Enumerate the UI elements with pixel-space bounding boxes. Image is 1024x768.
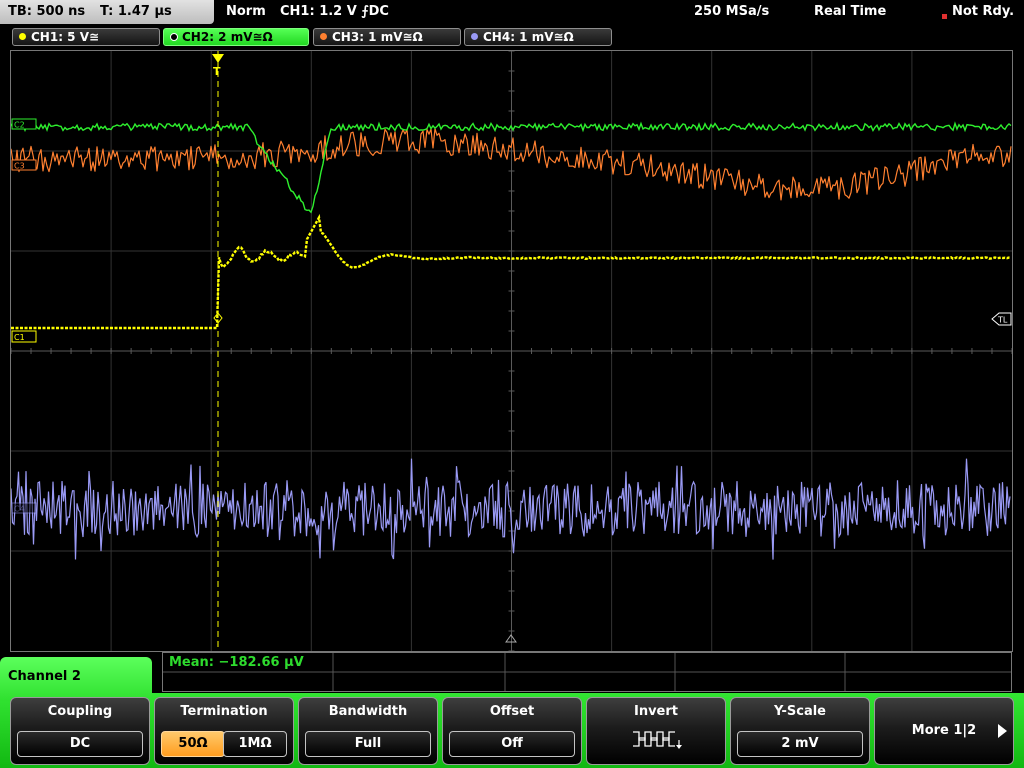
timebase-readout: TB: 500 ns [8, 4, 86, 19]
channel-tab-ch4[interactable]: CH4: 1 mV≅Ω [464, 28, 612, 46]
termination-1mohm-option[interactable]: 1MΩ [223, 731, 287, 757]
bandwidth-value[interactable]: Full [305, 731, 431, 757]
status-bar: TB: 500 ns T: 1.47 µs Norm CH1: 1.2 V ⨍D… [0, 0, 1024, 24]
ch2-offset-marker[interactable]: C2 [11, 118, 37, 130]
svg-text:TL: TL [997, 316, 1008, 325]
yscale-softkey[interactable]: Y-Scale 2 mV [730, 697, 870, 765]
termination-50ohm-option[interactable]: 50Ω [161, 731, 225, 757]
termination-title: Termination [180, 704, 268, 719]
menu-tab-channel[interactable]: Channel 2 [0, 657, 152, 701]
ch3-dot-icon [320, 33, 327, 40]
ch1-label: CH1: 5 V≅ [31, 30, 100, 44]
ch1-offset-marker[interactable]: C1 [11, 330, 37, 343]
offset-title: Offset [489, 704, 535, 719]
not-ready-indicator [942, 14, 947, 19]
offset-value[interactable]: Off [449, 731, 575, 757]
measurement-panel[interactable]: Mean: −182.66 µV [162, 652, 1012, 692]
termination-softkey[interactable]: Termination 50Ω 1MΩ [154, 697, 294, 765]
channel-tab-ch1[interactable]: CH1: 5 V≅ [12, 28, 160, 46]
channel-tab-ch3[interactable]: CH3: 1 mV≅Ω [313, 28, 461, 46]
bandwidth-title: Bandwidth [328, 704, 408, 719]
yscale-value[interactable]: 2 mV [737, 731, 863, 757]
more-softkey[interactable]: More 1|2 [874, 697, 1014, 765]
svg-text:C4: C4 [14, 505, 25, 514]
chevron-right-icon [998, 724, 1007, 738]
timebase-box[interactable]: TB: 500 ns T: 1.47 µs [0, 0, 214, 24]
sample-rate: 250 MSa/s [694, 4, 770, 19]
invert-softkey[interactable]: Invert [586, 697, 726, 765]
menu-tab-label: Channel 2 [8, 669, 81, 684]
ch4-offset-marker[interactable]: C4 [11, 502, 37, 514]
bandwidth-softkey[interactable]: Bandwidth Full [298, 697, 438, 765]
ch3-offset-marker[interactable]: C3 [11, 159, 37, 171]
trigger-level-marker[interactable]: TL [991, 312, 1012, 326]
invert-title: Invert [633, 704, 678, 719]
ch3-label: CH3: 1 mV≅Ω [332, 30, 423, 44]
ch1-dot-icon [19, 33, 26, 40]
ch2-label: CH2: 2 mV≅Ω [182, 30, 273, 44]
trigger-marker-icon[interactable]: T [212, 54, 224, 78]
svg-text:T: T [213, 65, 221, 78]
trigger-mode[interactable]: Norm [226, 4, 266, 19]
ch2-dot-icon [170, 33, 178, 41]
channel-tab-ch2[interactable]: CH2: 2 mV≅Ω [163, 28, 309, 46]
svg-text:C3: C3 [14, 162, 25, 171]
acquisition-status: Not Rdy. [952, 4, 1015, 19]
mean-measurement: Mean: −182.66 µV [169, 655, 304, 670]
offset-softkey[interactable]: Offset Off [442, 697, 582, 765]
ch4-label: CH4: 1 mV≅Ω [483, 30, 574, 44]
acquisition-mode[interactable]: Real Time [814, 4, 886, 19]
ch4-dot-icon [471, 33, 478, 40]
coupling-value[interactable]: DC [17, 731, 143, 757]
svg-text:C1: C1 [14, 333, 25, 342]
yscale-title: Y-Scale [773, 704, 826, 719]
invert-waveform-icon [633, 731, 682, 749]
waveform-display[interactable]: T C2 C3 C1 C4 TL [10, 50, 1013, 652]
more-label: More 1|2 [911, 723, 977, 738]
graticule [11, 51, 1012, 651]
coupling-title: Coupling [47, 704, 113, 719]
trigger-source[interactable]: CH1: 1.2 V ⨍DC [280, 4, 389, 19]
trigger-time-readout: T: 1.47 µs [100, 4, 172, 19]
ch4-waveform [11, 458, 1011, 560]
coupling-softkey[interactable]: Coupling DC [10, 697, 150, 765]
waveform-svg: T C2 C3 C1 C4 TL [11, 51, 1012, 651]
svg-text:C2: C2 [14, 121, 25, 130]
